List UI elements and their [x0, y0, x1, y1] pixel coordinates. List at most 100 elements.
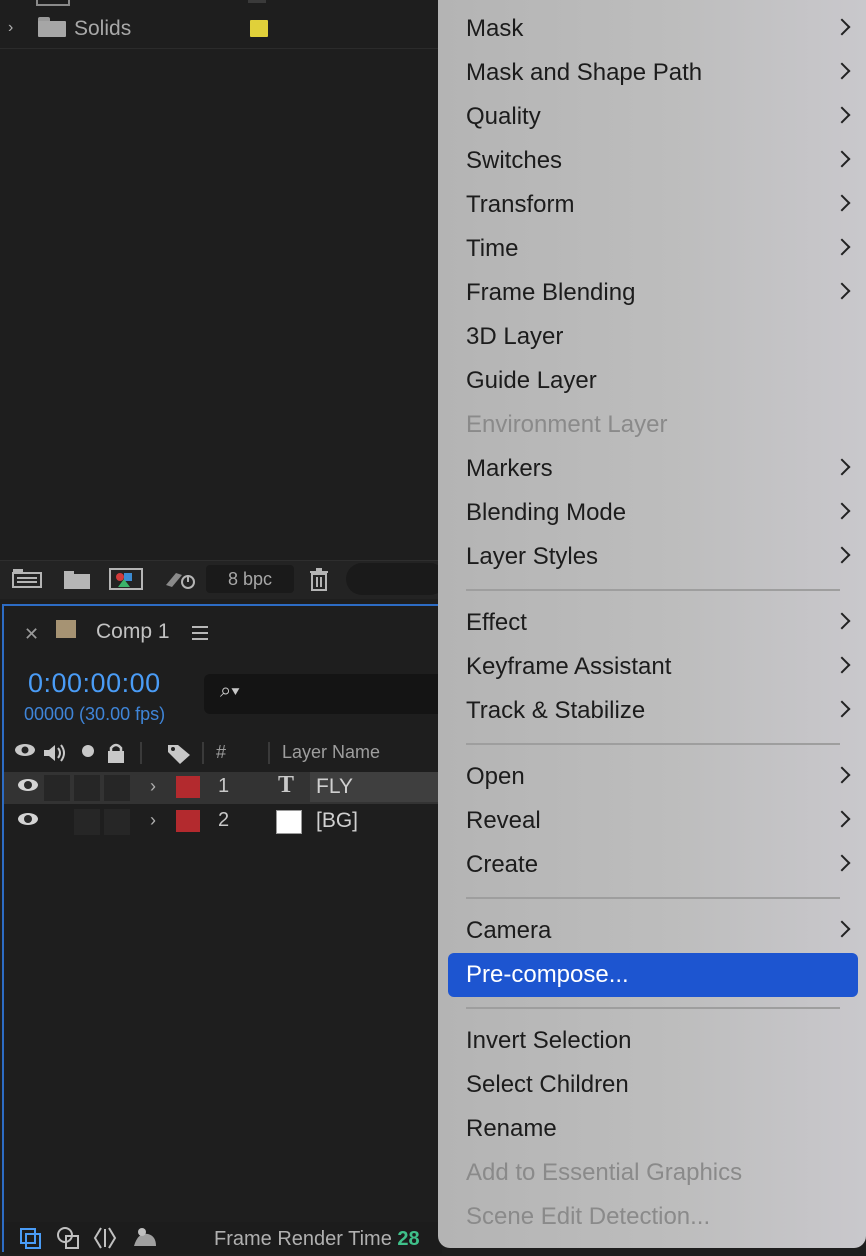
chevron-right-icon[interactable]: ›: [150, 776, 156, 797]
chevron-right-icon: [833, 920, 851, 938]
audio-header-icon[interactable]: [42, 742, 68, 769]
layer-number: 1: [218, 775, 230, 797]
menu-item-guide-layer[interactable]: Guide Layer: [448, 359, 858, 403]
project-item-solids[interactable]: › Solids: [0, 10, 440, 49]
menu-item-label: Scene Edit Detection...: [466, 1203, 711, 1230]
menu-item-quality[interactable]: Quality: [448, 95, 858, 139]
frame-render-time-value: 28: [397, 1228, 420, 1250]
menu-item-label: Invert Selection: [466, 1027, 632, 1054]
layer-name[interactable]: [BG]: [310, 806, 450, 836]
text-layer-icon: T: [278, 772, 295, 798]
new-folder-icon[interactable]: [62, 567, 92, 593]
menu-item-keyframe-assistant[interactable]: Keyframe Assistant: [448, 645, 858, 689]
audio-switch[interactable]: [44, 775, 70, 801]
menu-item-invert-selection[interactable]: Invert Selection: [448, 1019, 858, 1063]
menu-item-camera[interactable]: Camera: [448, 909, 858, 953]
frame-render-time-label: Frame Render Time: [214, 1228, 392, 1250]
chevron-right-icon: [833, 238, 851, 256]
current-time-display[interactable]: 0:00:00:00: [28, 668, 161, 699]
comp-label-swatch: [56, 620, 76, 638]
project-item-name: Solids: [74, 17, 132, 40]
chevron-right-icon: [833, 150, 851, 168]
timeline-panel: ✕ Comp 1 0:00:00:00 00000 (30.00 fps) ⌕▾…: [2, 604, 450, 1254]
chevron-right-icon[interactable]: ›: [8, 19, 24, 37]
label-swatch: [248, 0, 266, 3]
menu-item-open[interactable]: Open: [448, 755, 858, 799]
menu-item-rename[interactable]: Rename: [448, 1107, 858, 1151]
menu-item-label: Select Children: [466, 1071, 629, 1098]
menu-item-label: 3D Layer: [466, 323, 564, 350]
menu-item-3d-layer[interactable]: 3D Layer: [448, 315, 858, 359]
layer-number-header: #: [216, 742, 227, 762]
project-row-partial[interactable]: [0, 0, 440, 6]
chevron-right-icon: [833, 106, 851, 124]
solo-switch[interactable]: [74, 809, 100, 835]
menu-item-effect[interactable]: Effect: [448, 601, 858, 645]
tab-comp[interactable]: Comp 1: [96, 620, 170, 644]
menu-divider: [466, 743, 840, 745]
close-icon[interactable]: ✕: [24, 624, 39, 645]
chevron-right-icon[interactable]: ›: [150, 810, 156, 831]
menu-item-environment-layer: Environment Layer: [448, 403, 858, 447]
project-search-field[interactable]: [346, 563, 446, 595]
search-icon: ⌕▾: [220, 680, 240, 702]
layer-label-color[interactable]: [176, 776, 200, 798]
lock-switch[interactable]: [104, 775, 130, 801]
label-color-swatch[interactable]: [250, 20, 268, 37]
menu-item-track-and-stabilize[interactable]: Track & Stabilize: [448, 689, 858, 733]
menu-item-pre-compose[interactable]: Pre-compose...: [448, 953, 858, 997]
menu-item-blending-mode[interactable]: Blending Mode: [448, 491, 858, 535]
render-queue-icon[interactable]: [162, 567, 198, 593]
interpret-footage-icon[interactable]: [10, 567, 46, 593]
menu-divider: [466, 589, 840, 591]
eye-icon[interactable]: [18, 778, 38, 792]
panel-menu-icon[interactable]: [192, 622, 208, 644]
menu-item-label: Open: [466, 763, 525, 790]
menu-item-layer-styles[interactable]: Layer Styles: [448, 535, 858, 579]
menu-item-label: Transform: [466, 191, 575, 218]
menu-item-select-children[interactable]: Select Children: [448, 1063, 858, 1107]
menu-item-time[interactable]: Time: [448, 227, 858, 271]
menu-item-reveal[interactable]: Reveal: [448, 799, 858, 843]
chevron-right-icon: [833, 18, 851, 36]
chevron-right-icon: [833, 458, 851, 476]
menu-item-scene-edit-detection: Scene Edit Detection...: [448, 1195, 858, 1239]
chevron-right-icon: [833, 194, 851, 212]
solo-header-icon[interactable]: [80, 742, 96, 763]
trash-icon[interactable]: [306, 567, 332, 593]
menu-item-frame-blending[interactable]: Frame Blending: [448, 271, 858, 315]
menu-item-mask[interactable]: Mask: [448, 7, 858, 51]
chevron-right-icon: [833, 612, 851, 630]
menu-item-label: Pre-compose...: [466, 961, 629, 988]
lock-switch[interactable]: [104, 809, 130, 835]
layer-label-color[interactable]: [176, 810, 200, 832]
lock-header-icon[interactable]: [106, 742, 126, 769]
folder-icon: [36, 0, 70, 6]
eye-icon[interactable]: [18, 812, 38, 826]
menu-item-transform[interactable]: Transform: [448, 183, 858, 227]
layer-row[interactable]: › 2 [BG]: [4, 806, 442, 838]
menu-item-create[interactable]: Create: [448, 843, 858, 887]
chevron-right-icon: [833, 656, 851, 674]
chevron-right-icon: [833, 502, 851, 520]
menu-item-label: Mask: [466, 15, 524, 42]
project-panel: › Solids 8 bpc: [0, 0, 446, 599]
menu-item-switches[interactable]: Switches: [448, 139, 858, 183]
label-header-icon[interactable]: [166, 742, 192, 769]
menu-item-mask-and-shape-path[interactable]: Mask and Shape Path: [448, 51, 858, 95]
menu-item-markers[interactable]: Markers: [448, 447, 858, 491]
menu-item-label: Add to Essential Graphics: [466, 1159, 743, 1186]
menu-item-label: Frame Blending: [466, 279, 636, 306]
solo-switch[interactable]: [74, 775, 100, 801]
menu-item-label: Blending Mode: [466, 499, 627, 526]
menu-item-label: Switches: [466, 147, 563, 174]
layer-name[interactable]: FLY: [310, 772, 450, 802]
video-switch-header-icon[interactable]: [14, 742, 36, 763]
bit-depth-button[interactable]: 8 bpc: [206, 565, 294, 593]
chevron-right-icon: [833, 766, 851, 784]
chevron-right-icon: [833, 282, 851, 300]
layer-name-header[interactable]: Layer Name: [282, 742, 380, 763]
layer-row[interactable]: › 1 T FLY: [4, 772, 450, 804]
timeline-search-input[interactable]: ⌕▾: [204, 674, 444, 714]
new-composition-icon[interactable]: [108, 567, 144, 593]
